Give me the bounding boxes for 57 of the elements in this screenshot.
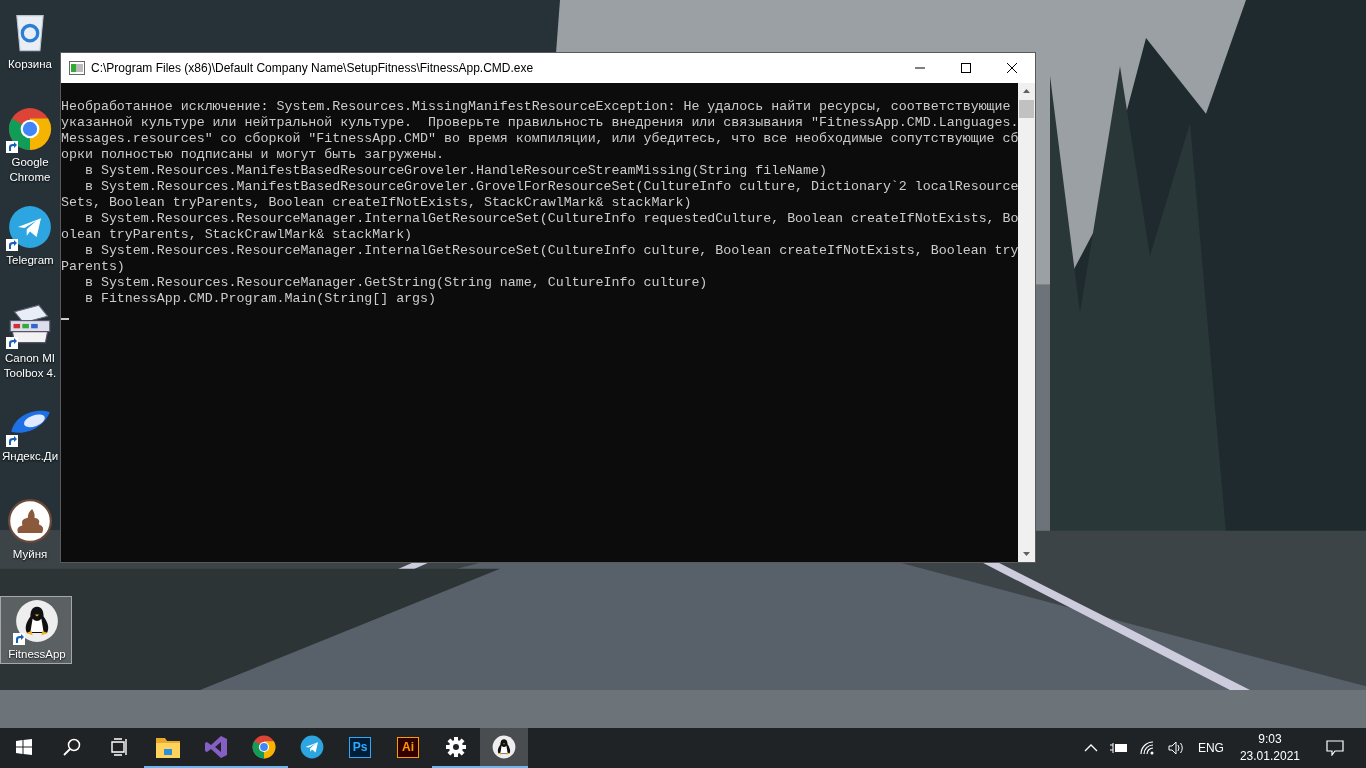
- console-line: в System.Resources.ResourceManager.GetString(String name, CultureInfo culture): [83, 275, 708, 291]
- task-view-icon: [111, 738, 129, 756]
- shortcut-label: Telegram: [5, 253, 55, 268]
- scrollbar[interactable]: [1018, 83, 1035, 562]
- console-line: в FitnessApp.CMD.Program.Main(String[] args): [83, 291, 437, 307]
- chrome-icon: [8, 107, 52, 151]
- penguin-icon: [492, 735, 516, 759]
- taskbar-button[interactable]: [480, 728, 528, 768]
- taskbar-button[interactable]: Ps: [336, 728, 384, 768]
- chrome-icon: [252, 735, 276, 759]
- shortcut-label: FitnessApp: [7, 647, 67, 662]
- wifi-icon[interactable]: [1139, 741, 1156, 755]
- penguin-icon: [15, 599, 59, 643]
- clock-time[interactable]: 9:03: [1258, 731, 1282, 748]
- paper-plane-icon: [8, 205, 52, 249]
- clock-date[interactable]: 23.01.2021: [1239, 748, 1300, 765]
- console-line: olean tryParents, StackCrawlMark& stackMark): [61, 227, 413, 243]
- console-line: Sets, Boolean tryParents, Boolean createIfNotExists, StackCrawlMark& stackMark): [61, 195, 692, 211]
- shortcut-label: Яндекс.Ди: [2, 449, 58, 464]
- console-line: Messages.resources" со сборкой "FitnessApp.CMD" во время компиляции, или убедитесь, что все необходимые сопутствующие сб: [61, 131, 1018, 147]
- desktop-shortcut[interactable]: FitnessApp: [0, 596, 72, 664]
- shortcut-label: Canon MI Toolbox 4.: [2, 351, 58, 381]
- close-icon: [1007, 63, 1017, 73]
- desktop-shortcut[interactable]: Яндекс.Ди: [0, 398, 58, 496]
- maximize-icon: [961, 63, 971, 73]
- shortcut-label: Google Chrome: [8, 155, 52, 185]
- console-app-icon: [69, 61, 85, 75]
- windows-logo-icon: [16, 739, 32, 755]
- console-line: в System.Resources.ManifestBasedResourceGroveler.GrovelForResourceSet(CultureInfo culture, Dictionary`2 localResource: [83, 179, 1018, 195]
- battery-icon[interactable]: [1109, 742, 1128, 754]
- paper-plane-icon: [300, 735, 324, 759]
- window-title: C:\Program Files (x86)\Default Company Name\SetupFitness\FitnessApp.CMD.exe: [91, 61, 534, 75]
- speaker-icon[interactable]: [1167, 741, 1186, 755]
- search-icon: [63, 738, 81, 756]
- text-cursor: [61, 318, 69, 320]
- console-line: орки полностью подписаны и могут быть загружены.: [61, 147, 444, 163]
- desktop-shortcut[interactable]: Google Chrome: [0, 104, 58, 202]
- desktop-shortcut[interactable]: Корзина: [0, 6, 58, 104]
- notifications-icon[interactable]: [1326, 740, 1344, 756]
- shortcut-label: Муйня: [11, 547, 49, 562]
- shortcut-label: Корзина: [7, 57, 53, 72]
- settings-icon: [446, 737, 466, 757]
- desktop-shortcut[interactable]: Canon MI Toolbox 4.: [0, 300, 58, 398]
- taskbar-button[interactable]: Ai: [384, 728, 432, 768]
- language-indicator[interactable]: ENG: [1197, 741, 1224, 755]
- console-line: в System.Resources.ResourceManager.InternalGetResourceSet(CultureInfo requestedCulture, Boolean createIfNotExists, Bo: [83, 211, 1018, 227]
- desktop-shortcut[interactable]: Telegram: [0, 202, 58, 300]
- desktop-shortcut[interactable]: Муйня: [0, 496, 58, 594]
- console-line: в System.Resources.ManifestBasedResourceGroveler.HandleResourceStreamMissing(String fileName): [83, 163, 828, 179]
- folder-icon: [156, 736, 180, 758]
- console-line: указанной культуре или нейтральной культуре. Проверьте правильность внедрения или связывания "FitnessApp.CMD.Languages.: [61, 115, 1018, 131]
- scroll-thumb[interactable]: [1019, 100, 1034, 118]
- console-line: Parents): [61, 259, 125, 275]
- console-line: в System.Resources.ResourceManager.InternalGetResourceSet(CultureInfo culture, Boolean createIfNotExists, Boolean try: [83, 243, 1018, 259]
- visual-studio-icon: [204, 735, 228, 759]
- console-line: Необработанное исключение: System.Resources.MissingManifestResourceException: Не удалось найти ресурсы, соответствующие: [61, 99, 1011, 115]
- chevron-up-icon[interactable]: [1083, 744, 1098, 752]
